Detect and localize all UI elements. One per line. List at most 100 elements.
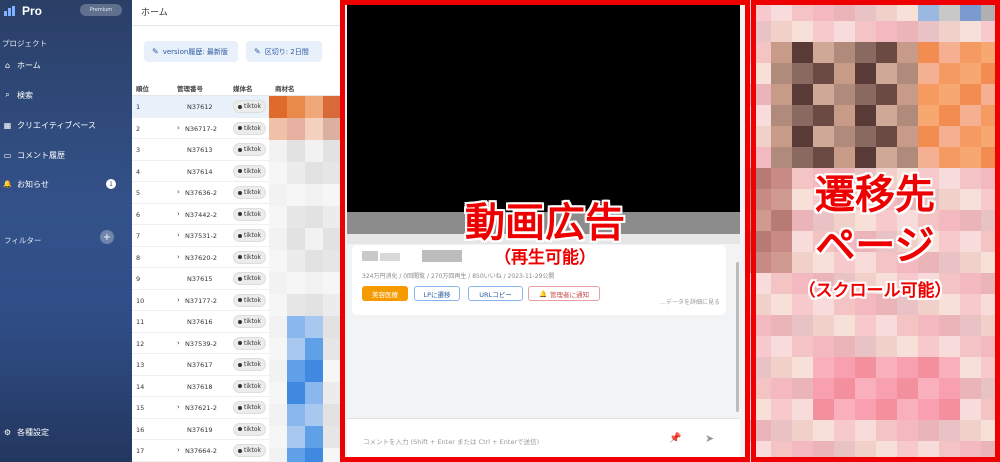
app-logo[interactable]: Pro xyxy=(4,4,42,18)
blurred-pixel xyxy=(981,441,1000,462)
sidebar-item-notifications[interactable]: 🔔 お知らせ 1 xyxy=(3,175,129,193)
video-player[interactable] xyxy=(347,3,740,215)
chevron-right-icon[interactable]: › xyxy=(177,446,180,454)
blurred-pixel xyxy=(269,118,288,141)
blurred-pixel xyxy=(287,272,306,295)
panel-scrollbar[interactable] xyxy=(736,262,739,412)
blurred-pixel xyxy=(287,118,306,141)
column-header-id[interactable]: 管理番号 xyxy=(177,83,203,93)
blurred-pixel xyxy=(792,105,814,127)
media-label: tiktok xyxy=(244,103,261,110)
blurred-pixel xyxy=(771,21,793,43)
blurred-pixel xyxy=(897,84,919,106)
blurred-pixel xyxy=(939,315,961,337)
chevron-right-icon[interactable]: › xyxy=(177,231,180,239)
blurred-pixel xyxy=(792,441,814,462)
sidebar-item-creative-base[interactable]: ▦ クリエイティブベース xyxy=(3,116,129,134)
dot-icon xyxy=(238,233,242,238)
rank-cell: 2 xyxy=(136,124,141,133)
blurred-pixel xyxy=(750,147,772,169)
comment-composer: コメントを入力 (Shift + Enter または Ctrl + Enterで… xyxy=(347,418,740,458)
blurred-pixel xyxy=(876,399,898,421)
chevron-right-icon[interactable]: › xyxy=(177,188,180,196)
blurred-pixel xyxy=(323,382,342,405)
blurred-pixel xyxy=(981,168,1000,190)
dot-icon xyxy=(238,276,242,281)
column-header-rank[interactable]: 順位 xyxy=(136,83,149,93)
url-copy-button[interactable]: URLコピー xyxy=(468,286,523,301)
blurred-pixel xyxy=(750,105,772,127)
blurred-pixel xyxy=(855,0,877,22)
media-label: tiktok xyxy=(244,296,261,304)
search-icon: ⌕ xyxy=(5,90,10,99)
blurred-pixel xyxy=(939,378,961,400)
blurred-pixel xyxy=(269,294,288,317)
blurred-pixel xyxy=(792,315,814,337)
media-label: tiktok xyxy=(244,425,261,433)
blurred-pixel xyxy=(305,426,324,449)
sidebar-item-comment-history[interactable]: ▭ コメント履歴 xyxy=(3,146,129,164)
add-filter-button[interactable]: + xyxy=(100,230,114,244)
go-to-lp-button[interactable]: LPに遷移 xyxy=(414,286,460,301)
blurred-pixel xyxy=(855,21,877,43)
blurred-pixel xyxy=(750,210,772,232)
chevron-right-icon[interactable]: › xyxy=(177,210,180,218)
section-label-filter: フィルター xyxy=(4,236,42,245)
rank-cell: 3 xyxy=(136,146,141,154)
blurred-pixel xyxy=(855,357,877,379)
rank-cell: 13 xyxy=(136,361,145,369)
chevron-right-icon[interactable]: › xyxy=(177,403,180,411)
chevron-right-icon[interactable]: › xyxy=(177,124,180,132)
blurred-pixel xyxy=(792,378,814,400)
blurred-pixel xyxy=(960,441,982,462)
blurred-pixel xyxy=(813,42,835,64)
blurred-pixel xyxy=(269,184,288,207)
pin-icon[interactable]: 📌 xyxy=(669,433,681,444)
top-bar: ホーム xyxy=(132,0,342,26)
blurred-pixel xyxy=(792,126,814,148)
blurred-pixel xyxy=(981,231,1000,253)
sidebar: Pro Premium プロジェクト ⌂ ホーム ⌕ 検索 ▦ クリエイティブベ… xyxy=(0,0,132,462)
beauty-medical-tag-button[interactable]: 美容医療 xyxy=(362,286,408,301)
sidebar-item-search[interactable]: ⌕ 検索 xyxy=(3,86,129,104)
sidebar-item-settings[interactable]: ⚙ 各種設定 xyxy=(3,423,129,441)
blurred-pixel xyxy=(981,357,1000,379)
chevron-right-icon[interactable]: › xyxy=(177,253,180,261)
notify-admin-button[interactable]: 🔔 管理者に通知 xyxy=(528,286,600,301)
blurred-pixel xyxy=(323,228,342,251)
send-icon[interactable]: ➤ xyxy=(705,432,714,445)
blurred-pixel xyxy=(855,42,877,64)
blurred-pixel xyxy=(287,250,306,273)
sidebar-item-home[interactable]: ⌂ ホーム xyxy=(3,56,129,74)
media-label: tiktok xyxy=(244,232,261,239)
blurred-pixel xyxy=(750,441,772,462)
blurred-pixel xyxy=(981,399,1000,421)
blurred-pixel xyxy=(876,21,898,43)
blurred-pixel xyxy=(269,382,288,405)
column-header-product[interactable]: 商材名 xyxy=(275,83,295,93)
column-header-media[interactable]: 媒体名 xyxy=(233,83,253,93)
chevron-right-icon[interactable]: › xyxy=(177,296,180,304)
chevron-right-icon[interactable]: › xyxy=(177,339,180,347)
blurred-pixel xyxy=(981,126,1000,148)
view-details-link[interactable]: …データを詳細に見る xyxy=(660,297,720,306)
blurred-pixel xyxy=(750,336,772,358)
sidebar-item-label: お知らせ xyxy=(17,179,49,189)
blurred-pixel xyxy=(981,105,1000,127)
version-history-chip[interactable]: ✎ version履歴: 最新版 xyxy=(144,41,238,62)
rank-cell: 5 xyxy=(136,189,141,197)
blurred-pixel xyxy=(305,206,324,229)
media-badge: tiktok xyxy=(233,444,266,457)
interval-chip[interactable]: ✎ 区切り: 2日間 xyxy=(246,41,322,62)
product-thumbnails-blurred xyxy=(269,96,342,462)
blurred-pixel xyxy=(918,441,940,462)
blurred-pixel xyxy=(323,118,342,141)
blurred-pixel xyxy=(323,448,342,462)
media-badge: tiktok xyxy=(233,143,266,156)
rank-cell: 14 xyxy=(136,382,145,391)
rank-cell: 12 xyxy=(136,339,145,348)
gear-icon: ⚙ xyxy=(3,427,12,437)
comment-input[interactable]: コメントを入力 (Shift + Enter または Ctrl + Enterで… xyxy=(363,436,539,446)
annotation-video-playable: （再生可能） xyxy=(494,248,596,268)
blurred-pixel xyxy=(813,378,835,400)
